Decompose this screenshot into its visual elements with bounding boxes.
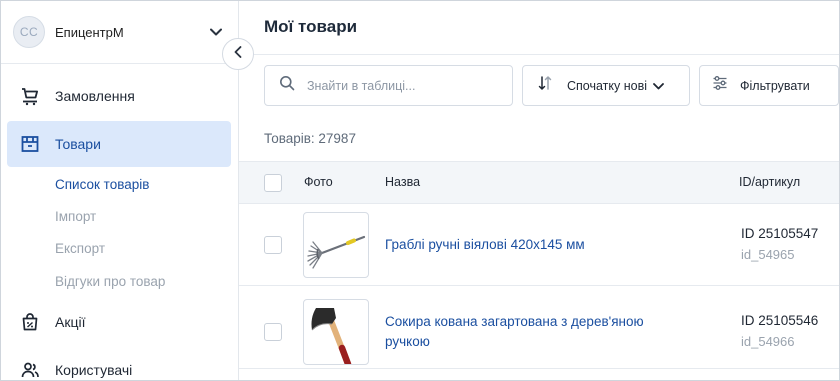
product-article: id_54965 xyxy=(741,247,795,262)
sidebar-divider xyxy=(1,63,239,64)
product-id: ID 25105547 xyxy=(741,226,819,241)
product-article: id_54966 xyxy=(741,334,795,349)
account-name: ЕпицентрМ xyxy=(55,24,124,40)
sidebar-item-label: Замовлення xyxy=(55,88,135,104)
sidebar-item-label: Товари xyxy=(55,136,101,152)
search-placeholder: Знайти в таблиці... xyxy=(307,78,416,93)
app-frame: CC ЕпицентрМ Замовлення Товари Список то… xyxy=(0,0,840,381)
product-name-link[interactable]: Граблі ручні віялові 420х145 мм xyxy=(385,235,685,255)
chevron-down-icon[interactable] xyxy=(207,23,225,41)
box-icon xyxy=(19,133,41,155)
sidebar-item-users[interactable]: Користувачі xyxy=(7,347,231,380)
select-all-checkbox[interactable] xyxy=(264,174,282,192)
row-checkbox[interactable] xyxy=(264,323,282,341)
header-divider xyxy=(239,54,839,55)
sliders-icon xyxy=(712,75,728,96)
users-icon xyxy=(19,359,41,380)
sidebar: CC ЕпицентрМ Замовлення Товари Список то… xyxy=(1,1,239,380)
sidebar-item-promotions[interactable]: Акції xyxy=(7,299,231,345)
filter-label: Фільтрувати xyxy=(740,78,810,93)
product-count: Товарів: 27987 xyxy=(264,131,356,146)
avatar: CC xyxy=(13,16,45,48)
column-photo: Фото xyxy=(304,175,333,189)
sort-label: Спочатку нові xyxy=(567,78,647,93)
table-toolbar: Знайти в таблиці... Спочатку нові Фільтр… xyxy=(264,65,839,106)
axe-image xyxy=(311,308,352,364)
sidebar-item-orders[interactable]: Замовлення xyxy=(7,73,231,119)
sidebar-item-products[interactable]: Товари xyxy=(7,121,231,167)
chevron-down-icon xyxy=(653,77,664,95)
promo-bag-icon xyxy=(19,311,41,333)
page-title: Мої товари xyxy=(264,17,358,36)
row-checkbox[interactable] xyxy=(264,236,282,254)
chevron-left-icon xyxy=(234,45,242,63)
product-name-link[interactable]: Сокира кована загартована з дерев'яною р… xyxy=(385,312,685,352)
account-switcher[interactable]: CC ЕпицентрМ xyxy=(13,15,225,49)
filter-button[interactable]: Фільтрувати xyxy=(699,65,839,106)
search-input[interactable]: Знайти в таблиці... xyxy=(264,65,513,106)
subitem-reviews[interactable]: Відгуки про товар xyxy=(55,274,165,289)
column-name: Назва xyxy=(385,175,421,189)
cart-icon xyxy=(19,85,41,107)
column-id: ID/артикул xyxy=(739,175,801,189)
subitem-product-list[interactable]: Список товарів xyxy=(55,177,149,192)
product-thumbnail[interactable] xyxy=(303,212,369,278)
collapse-sidebar-button[interactable] xyxy=(222,38,254,70)
table-header: Фото Назва ID/артикул xyxy=(239,161,839,204)
rake-image xyxy=(307,235,366,269)
product-id: ID 25105546 xyxy=(741,313,819,328)
subitem-export[interactable]: Експорт xyxy=(55,241,105,256)
sidebar-item-label: Користувачі xyxy=(55,362,133,378)
sort-dropdown[interactable]: Спочатку нові xyxy=(522,65,690,106)
subitem-import[interactable]: Імпорт xyxy=(55,209,96,224)
sort-arrows-icon xyxy=(537,75,553,96)
table-row[interactable]: Граблі ручні віялові 420х145 мм ID 25105… xyxy=(239,204,839,286)
sidebar-item-label: Акції xyxy=(55,314,86,330)
table-row[interactable]: Сокира кована загартована з дерев'яною р… xyxy=(239,287,839,369)
main-content: Мої товари Знайти в таблиці... Спочатку … xyxy=(239,1,839,380)
search-icon xyxy=(279,75,295,96)
product-thumbnail[interactable] xyxy=(303,299,369,365)
